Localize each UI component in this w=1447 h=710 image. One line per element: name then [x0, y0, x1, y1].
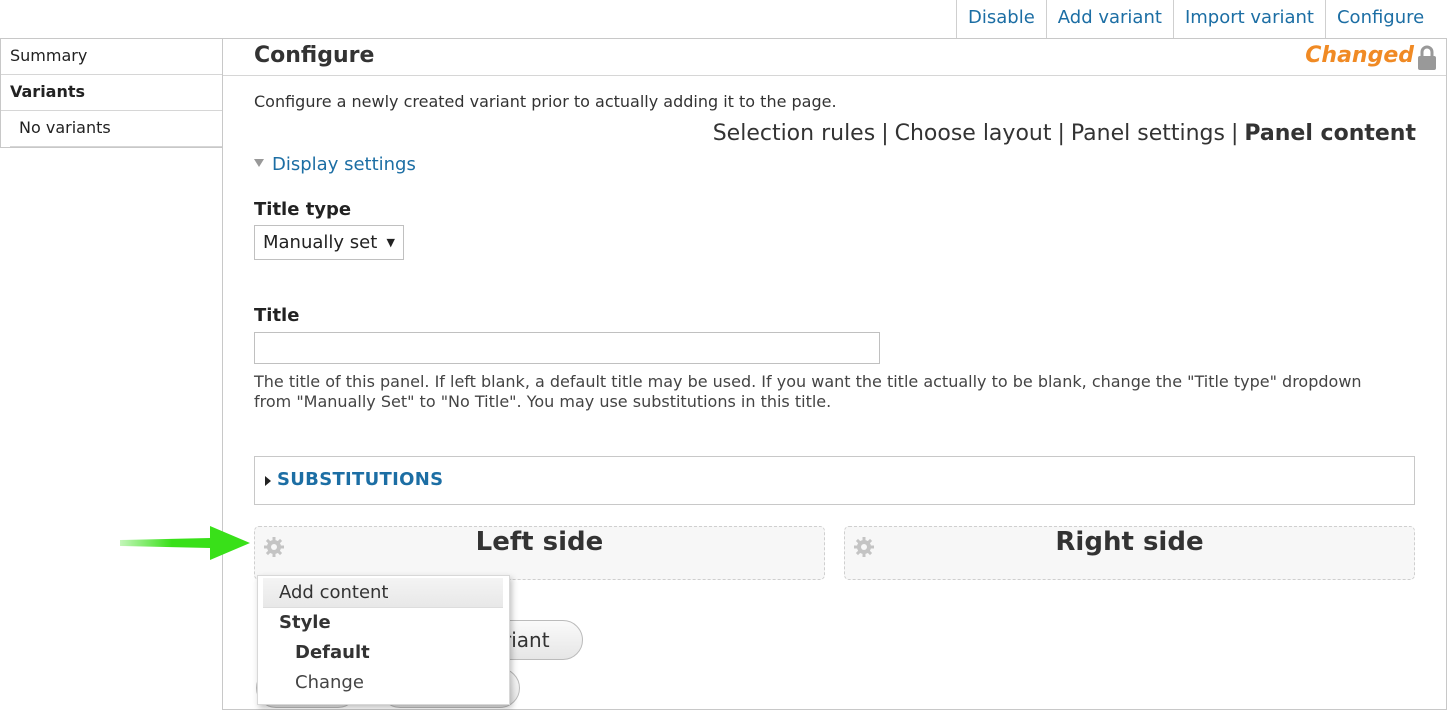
- display-settings-label: Display settings: [272, 154, 416, 175]
- title-type-select[interactable]: Manually set ▼: [254, 225, 404, 260]
- step-selection-rules[interactable]: Selection rules: [713, 121, 875, 146]
- sidebar-item-variants[interactable]: Variants: [1, 75, 223, 111]
- triangle-down-icon: [254, 159, 264, 167]
- intro-text: Configure a newly created variant prior …: [254, 92, 837, 111]
- step-separator: |: [1057, 121, 1065, 146]
- menu-item-add-content[interactable]: Add content: [263, 578, 503, 608]
- sidebar-item-no-variants: No variants: [10, 111, 223, 147]
- page-title: Configure: [254, 43, 375, 68]
- title-type-label: Title type: [254, 199, 352, 220]
- display-settings-toggle[interactable]: Display settings: [254, 154, 416, 175]
- lock-icon: [1418, 45, 1436, 70]
- menu-item-change[interactable]: Change: [263, 672, 535, 693]
- tab-import-variant[interactable]: Import variant: [1174, 0, 1326, 38]
- caret-down-icon: ▼: [386, 236, 395, 249]
- title-help-text: The title of this panel. If left blank, …: [254, 372, 1362, 411]
- arrow-icon: [120, 526, 250, 560]
- sidebar: Summary Variants No variants: [0, 38, 223, 148]
- right-side-title: Right side: [1055, 527, 1204, 557]
- left-side-region: Left side: [254, 526, 825, 580]
- menu-item-default: Default: [295, 642, 370, 663]
- tab-configure[interactable]: Configure: [1326, 0, 1436, 38]
- wizard-steps: Selection rules | Choose layout | Panel sett…: [713, 121, 1416, 146]
- triangle-right-icon: [265, 476, 271, 486]
- title-label: Title: [254, 305, 300, 326]
- title-type-value: Manually set: [263, 232, 378, 253]
- step-separator: |: [1230, 121, 1239, 146]
- main-header: Configure Changed: [223, 39, 1446, 76]
- substitutions-label: SUBSTITUTIONS: [277, 469, 444, 490]
- step-panel-settings[interactable]: Panel settings: [1071, 121, 1225, 146]
- left-side-title: Left side: [475, 527, 604, 557]
- step-choose-layout[interactable]: Choose layout: [895, 121, 1052, 146]
- tab-add-variant[interactable]: Add variant: [1047, 0, 1174, 38]
- step-panel-content: Panel content: [1244, 121, 1416, 146]
- top-tabs: Disable Add variant Import variant Confi…: [956, 0, 1436, 38]
- tab-disable[interactable]: Disable: [957, 0, 1047, 38]
- title-input[interactable]: [254, 332, 880, 364]
- region-dropdown-menu: Add content Style Default Change: [257, 575, 510, 705]
- right-side-region: Right side: [844, 526, 1415, 580]
- step-separator: |: [881, 121, 889, 146]
- sidebar-item-summary[interactable]: Summary: [1, 39, 223, 75]
- changed-status: Changed: [1305, 43, 1414, 68]
- menu-heading-style: Style: [279, 612, 331, 633]
- substitutions-fieldset[interactable]: SUBSTITUTIONS: [254, 456, 1415, 505]
